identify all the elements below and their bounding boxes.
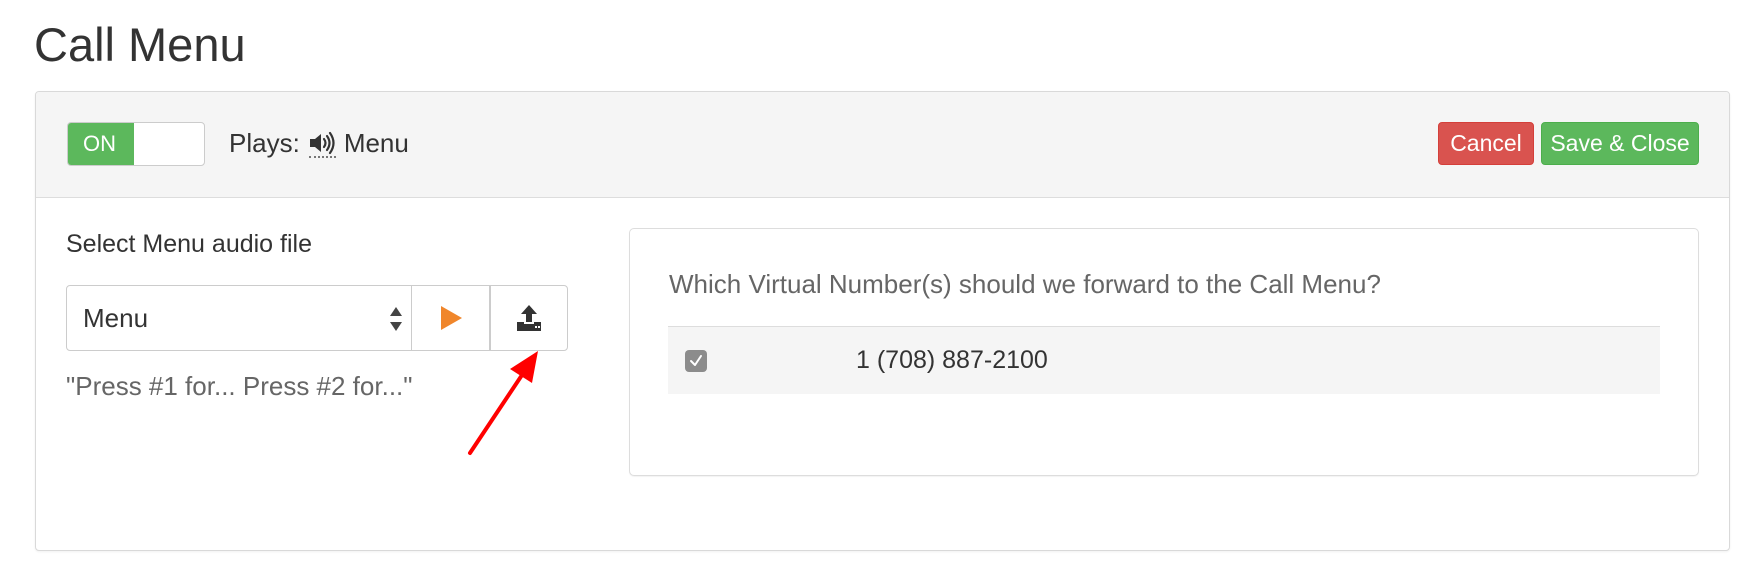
audio-file-label: Select Menu audio file <box>66 230 312 258</box>
on-off-toggle[interactable]: ON <box>67 122 205 166</box>
annotation-arrow-icon <box>468 351 538 455</box>
page-title: Call Menu <box>34 18 246 71</box>
upload-audio-button[interactable] <box>490 285 568 351</box>
virtual-numbers-table: 1 (708) 887-2100 <box>668 326 1660 394</box>
plays-value: Menu <box>343 128 409 158</box>
select-arrows-icon <box>389 306 403 332</box>
audio-description: "Press #1 for... Press #2 for..." <box>66 371 413 401</box>
speaker-icon[interactable] <box>308 122 338 164</box>
play-audio-button[interactable] <box>412 285 490 351</box>
table-row[interactable]: 1 (708) 887-2100 <box>668 326 1660 394</box>
forward-question: Which Virtual Number(s) should we forwar… <box>669 269 1381 299</box>
audio-file-selected-value: Menu <box>83 303 149 333</box>
toggle-on-label: ON <box>68 123 134 165</box>
panel-header: ON Plays: Menu Cancel Save & Close <box>36 92 1729 198</box>
check-icon <box>690 355 702 366</box>
audio-file-select[interactable]: Menu <box>66 285 412 351</box>
virtual-number: 1 (708) 887-2100 <box>856 346 1048 374</box>
call-menu-panel: ON Plays: Menu Cancel Save & Close Selec… <box>35 91 1730 551</box>
play-icon <box>440 306 462 330</box>
plays-label: Plays: <box>229 128 300 158</box>
number-checkbox[interactable] <box>685 350 707 372</box>
save-close-button[interactable]: Save & Close <box>1541 122 1699 165</box>
plays-info: Plays: Menu <box>229 122 409 164</box>
virtual-numbers-card: Which Virtual Number(s) should we forwar… <box>629 228 1699 476</box>
upload-icon <box>517 305 541 331</box>
cancel-button[interactable]: Cancel <box>1438 122 1534 165</box>
